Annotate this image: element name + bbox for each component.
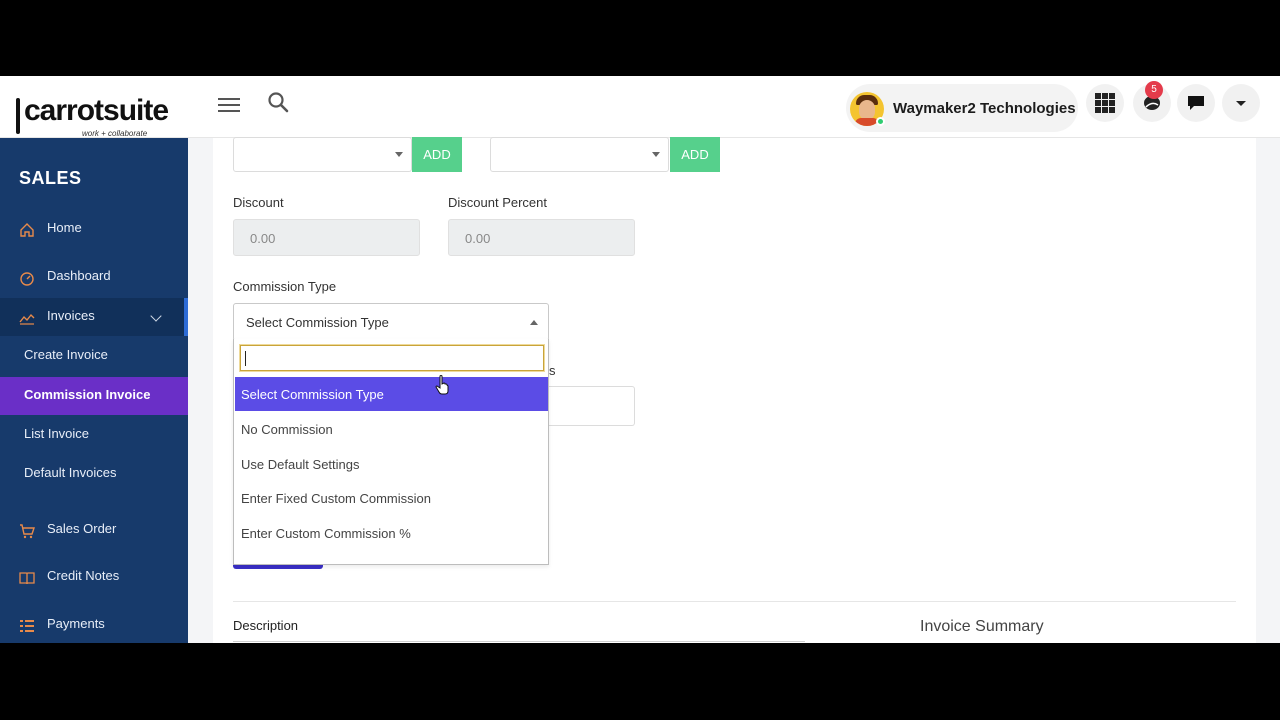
sidebar-item-label: Home: [47, 220, 82, 235]
logo-mark: [16, 98, 20, 134]
sidebar-item-label: Invoices: [47, 308, 95, 323]
caret-down-icon: [395, 152, 403, 157]
list-icon: [20, 620, 34, 632]
sidebar-item-invoices[interactable]: Invoices: [0, 298, 188, 336]
sidebar-item-label: Credit Notes: [47, 568, 120, 583]
sidebar-item-label: List Invoice: [24, 426, 90, 441]
messages-button[interactable]: [1177, 84, 1215, 122]
app-window: carrotsuite work + collaborate Waymaker2…: [0, 76, 1280, 643]
dashboard-icon: [20, 272, 34, 286]
description-label: Description: [233, 618, 299, 633]
option-label: Use Default Settings: [241, 457, 360, 472]
description-field[interactable]: [233, 641, 805, 642]
home-icon: [20, 223, 34, 237]
sidebar-item-label: Dashboard: [47, 268, 111, 283]
option-label: No Commission: [241, 422, 333, 437]
obscured-input[interactable]: [548, 386, 635, 426]
dropdown-option[interactable]: Use Default Settings: [235, 447, 548, 481]
apps-grid-button[interactable]: [1086, 84, 1124, 122]
cart-icon: [20, 524, 35, 539]
sidebar: SALES Home Dashboard Invoices Create Inv…: [0, 138, 188, 643]
sidebar-item-payments[interactable]: Payments: [0, 606, 188, 643]
caret-down-icon: [1236, 101, 1246, 106]
carrotsuite-logo[interactable]: carrotsuite work + collaborate: [14, 86, 169, 138]
discount-percent-field[interactable]: 0.00: [448, 219, 635, 256]
dropdown-search-input[interactable]: [239, 344, 545, 372]
notification-badge: 5: [1145, 81, 1163, 99]
sidebar-item-sales-order[interactable]: Sales Order: [0, 511, 188, 549]
company-name: Waymaker2 Technologies: [893, 100, 1076, 117]
sidebar-item-dashboard[interactable]: Dashboard: [0, 258, 188, 296]
invoice-summary-heading: Invoice Summary: [920, 618, 1044, 635]
sidebar-item-label: Payments: [47, 616, 105, 631]
discount-field[interactable]: 0.00: [233, 219, 420, 256]
dropdown-option[interactable]: Select Commission Type: [235, 377, 548, 411]
menu-toggle-icon[interactable]: [218, 94, 240, 116]
dropdown-option[interactable]: Enter Custom Commission %: [235, 516, 548, 550]
divider: [233, 601, 1236, 602]
book-icon: [19, 572, 35, 585]
sidebar-item-credit-notes[interactable]: Credit Notes: [0, 558, 188, 596]
search-icon[interactable]: [266, 90, 292, 116]
add-button-2[interactable]: ADD: [670, 137, 720, 172]
sidebar-item-label: Create Invoice: [24, 347, 108, 362]
select-field-2[interactable]: [490, 137, 669, 172]
option-label: Enter Fixed Custom Commission: [241, 491, 431, 506]
select-field-1[interactable]: [233, 137, 412, 172]
discount-label: Discount: [233, 195, 284, 210]
user-menu-button[interactable]: [1222, 84, 1260, 122]
company-switcher[interactable]: Waymaker2 Technologies: [846, 84, 1078, 132]
apps-grid-icon: [1095, 93, 1115, 113]
sidebar-item-default-invoices[interactable]: Default Invoices: [0, 455, 188, 493]
sidebar-item-label: Sales Order: [47, 521, 117, 536]
obscured-field-label: s: [549, 363, 556, 378]
add-button-1[interactable]: ADD: [412, 137, 462, 172]
sidebar-item-create-invoice[interactable]: Create Invoice: [0, 337, 188, 375]
text-caret: [245, 351, 246, 366]
sidebar-item-commission-invoice[interactable]: Commission Invoice: [0, 377, 188, 415]
top-navbar: carrotsuite work + collaborate Waymaker2…: [0, 76, 1280, 138]
invoices-icon: [19, 313, 35, 325]
sidebar-item-label: Commission Invoice: [24, 387, 151, 402]
dropdown-option[interactable]: Enter Fixed Custom Commission: [235, 481, 548, 515]
dropdown-option[interactable]: No Commission: [235, 412, 548, 446]
chat-icon: [1188, 96, 1204, 110]
caret-up-icon: [530, 320, 538, 325]
sidebar-item-label: Default Invoices: [24, 465, 117, 480]
option-label: Select Commission Type: [241, 387, 384, 402]
commission-type-dropdown: Select Commission Type No Commission Use…: [233, 339, 549, 565]
sidebar-section-title: SALES: [19, 168, 82, 188]
commission-type-value: Select Commission Type: [246, 315, 389, 330]
sidebar-item-list-invoice[interactable]: List Invoice: [0, 416, 188, 454]
logo-text: carrotsuite: [24, 94, 169, 127]
sidebar-item-home[interactable]: Home: [0, 210, 188, 248]
discount-percent-label: Discount Percent: [448, 195, 547, 210]
hand-cursor-icon: [435, 375, 449, 395]
caret-down-icon: [652, 152, 660, 157]
online-status-dot: [876, 117, 885, 126]
option-label: Enter Custom Commission %: [241, 526, 411, 541]
commission-type-label: Commission Type: [233, 279, 337, 294]
logo-tagline: work + collaborate: [82, 129, 148, 138]
chevron-down-icon: [150, 310, 162, 322]
commission-type-select[interactable]: Select Commission Type: [233, 303, 549, 341]
